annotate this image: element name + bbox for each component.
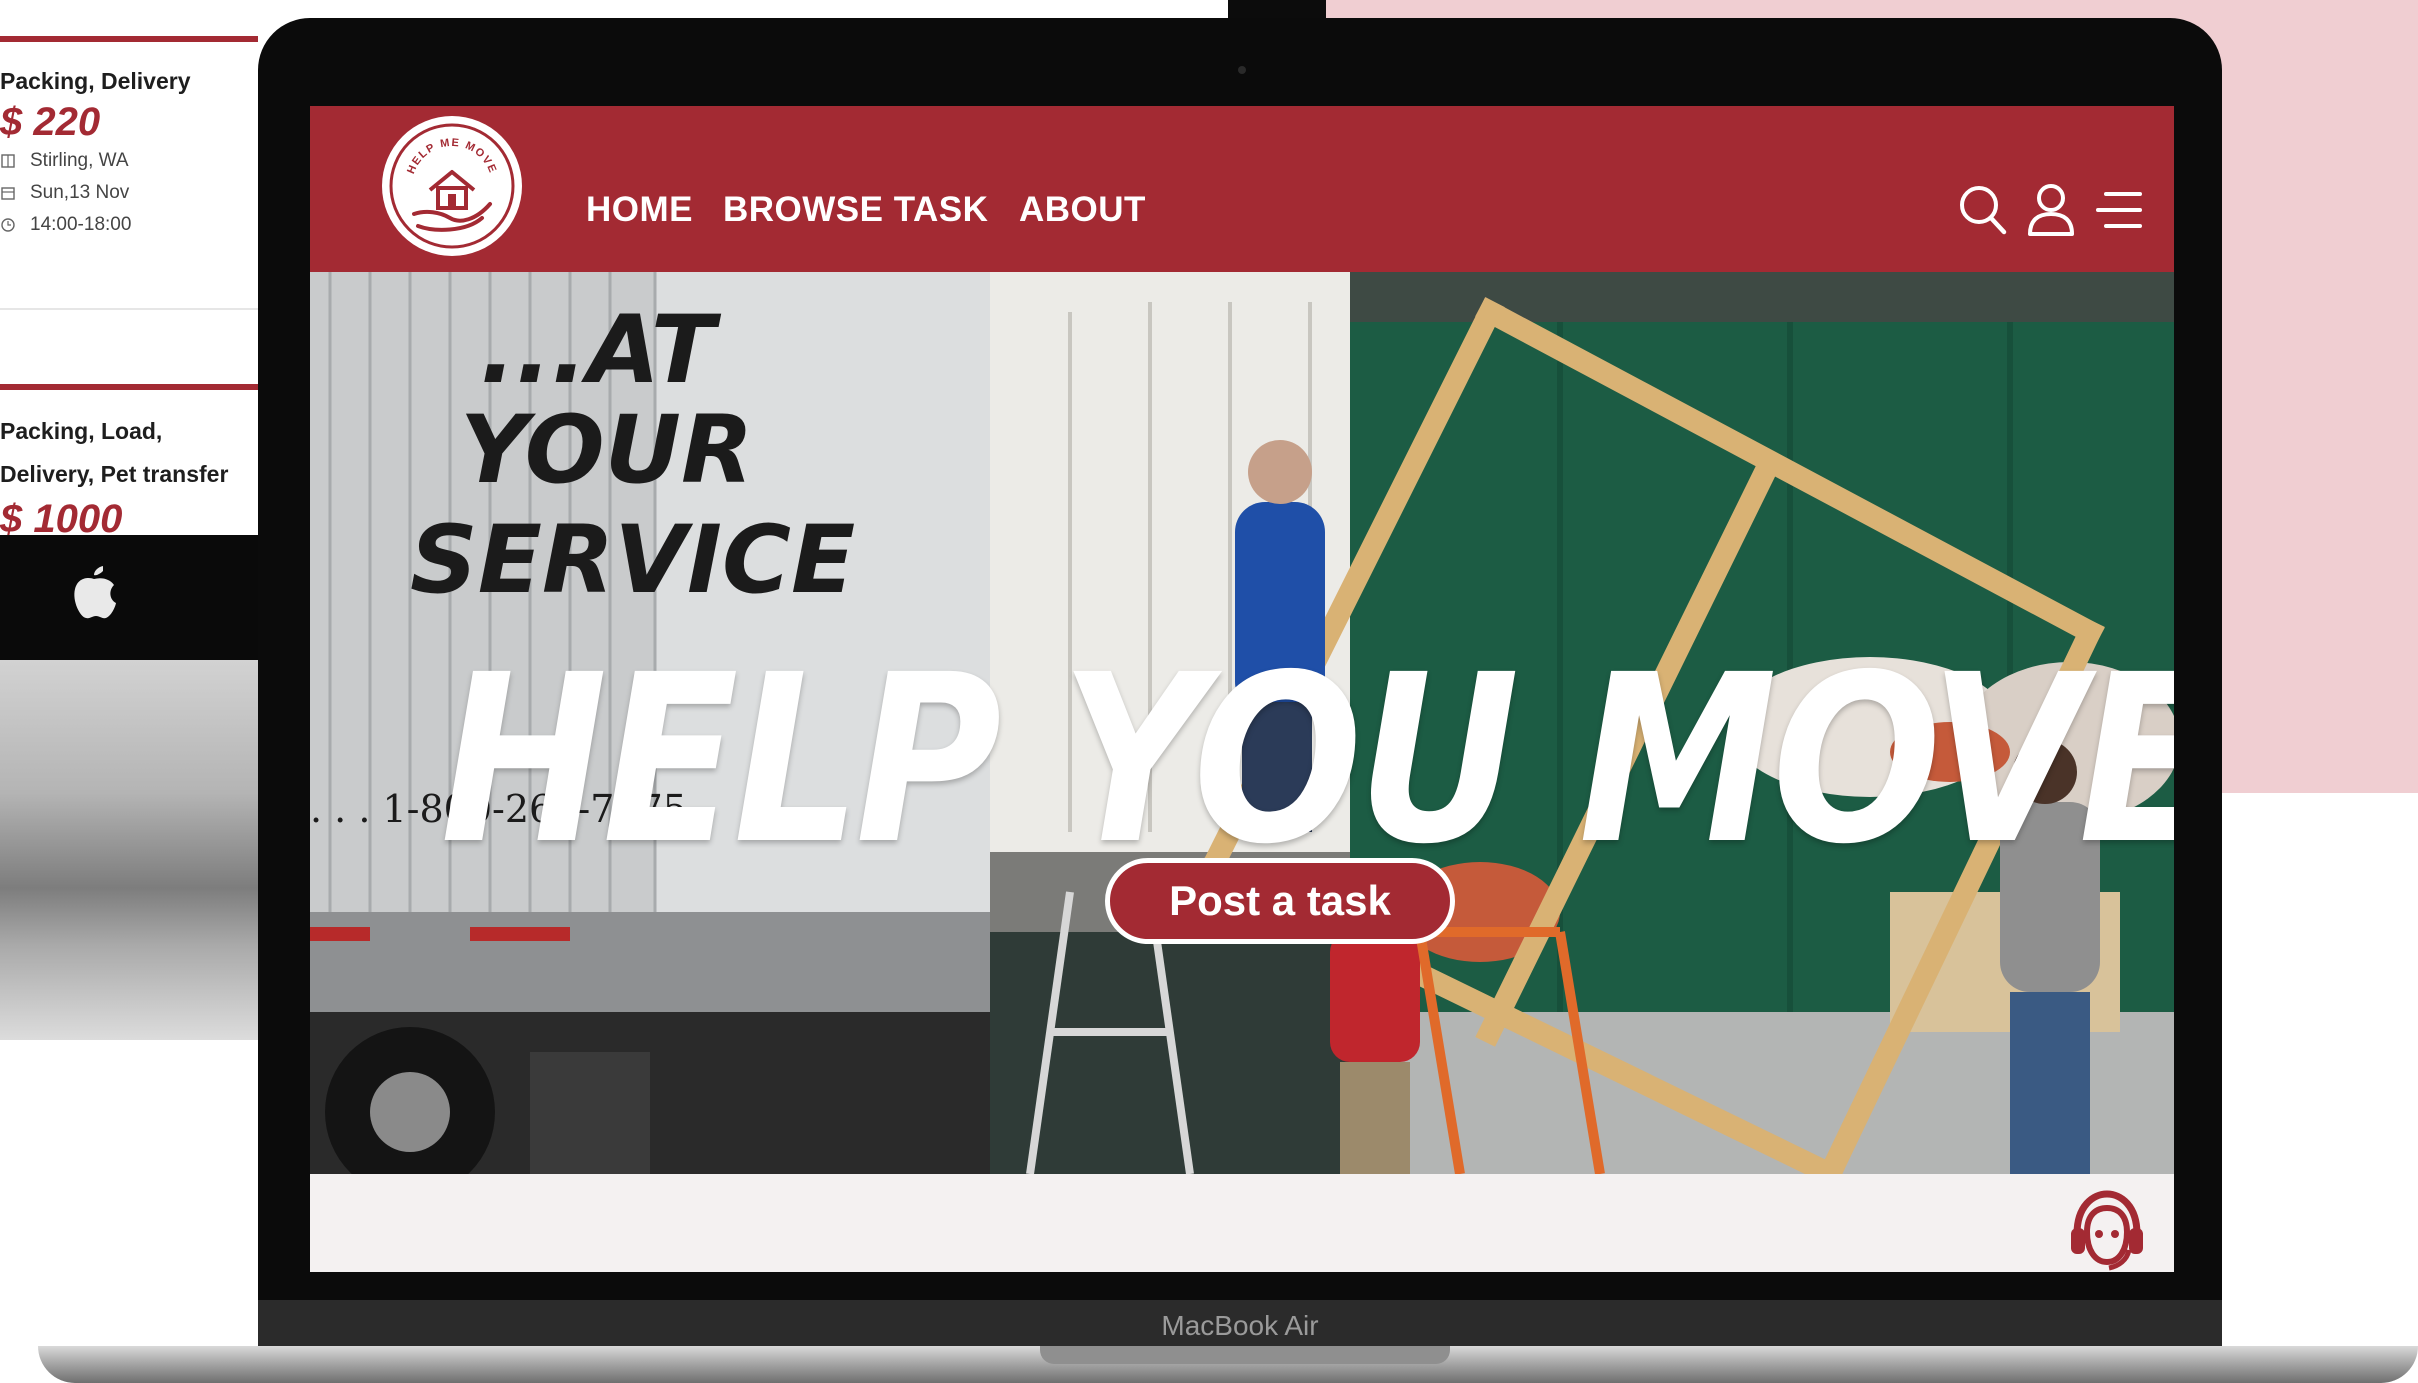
task-price: $ 1000 (0, 497, 123, 535)
post-task-button[interactable]: Post a task (1105, 858, 1455, 944)
nav-browse-task[interactable]: BROWSE TASK (723, 190, 988, 230)
task-card[interactable]: Packing, Delivery $ 220 Stirling, WA Sun… (0, 36, 258, 241)
task-date: Sun,13 Nov (0, 177, 258, 209)
user-icon[interactable] (2026, 182, 2076, 236)
task-services: Packing, Delivery (0, 68, 191, 94)
back-laptop-screen: Packing, Delivery $ 220 Stirling, WA Sun… (0, 0, 258, 535)
site-header: HELP ME MOVE HOME BROWSE TASK ABOUT (310, 106, 2174, 272)
task-card-accent (0, 384, 258, 390)
hero-title: HELP YOU MOVE (440, 625, 2174, 895)
device-label: MacBook Air (1161, 1310, 1319, 1341)
menu-icon[interactable] (2094, 182, 2144, 236)
task-card-accent (0, 36, 258, 42)
support-agent-icon[interactable] (2065, 1188, 2149, 1272)
calendar-icon (1, 187, 15, 200)
task-location: Stirling, WA (0, 145, 258, 177)
task-card[interactable]: Packing, Load, Delivery, Pet transfer $ … (0, 384, 258, 535)
clock-icon (1, 218, 15, 232)
truck-text-line3: SERVICE (410, 506, 855, 615)
task-services-line1: Packing, Load, (0, 418, 163, 444)
background-dark-strip (1228, 0, 1326, 18)
laptop-notch (1040, 1346, 1450, 1364)
task-time-text: 14:00-18:00 (30, 214, 132, 235)
hero-banner: ...AT YOUR SERVICE . . . 1-800-265-7075 (310, 272, 2174, 1174)
truck-text-line1: ...AT (480, 296, 722, 405)
card-divider (0, 308, 258, 310)
back-laptop-bezel (0, 535, 258, 660)
task-time: 14:00-18:00 (0, 209, 258, 241)
help-me-move-logo[interactable]: HELP ME MOVE (380, 114, 524, 258)
nav-home[interactable]: HOME (586, 190, 693, 230)
camera-dot (1238, 66, 1246, 74)
building-icon (1, 154, 15, 168)
back-laptop: Packing, Delivery $ 220 Stirling, WA Sun… (0, 0, 262, 1040)
laptop-chin: MacBook Air (258, 1300, 2222, 1348)
truck-text-line2: YOUR (460, 396, 753, 505)
task-date-text: Sun,13 Nov (30, 182, 130, 203)
back-laptop-base (0, 660, 262, 1040)
laptop-screen: HELP ME MOVE HOME BROWSE TASK ABOUT ...A… (310, 106, 2174, 1272)
nav-about[interactable]: ABOUT (1019, 190, 1146, 230)
task-price: $ 220 (0, 100, 101, 144)
task-services-line2: Delivery, Pet transfer (0, 461, 229, 487)
task-location-text: Stirling, WA (30, 150, 129, 171)
search-icon[interactable] (1958, 182, 2008, 236)
apple-logo-icon (74, 566, 116, 619)
